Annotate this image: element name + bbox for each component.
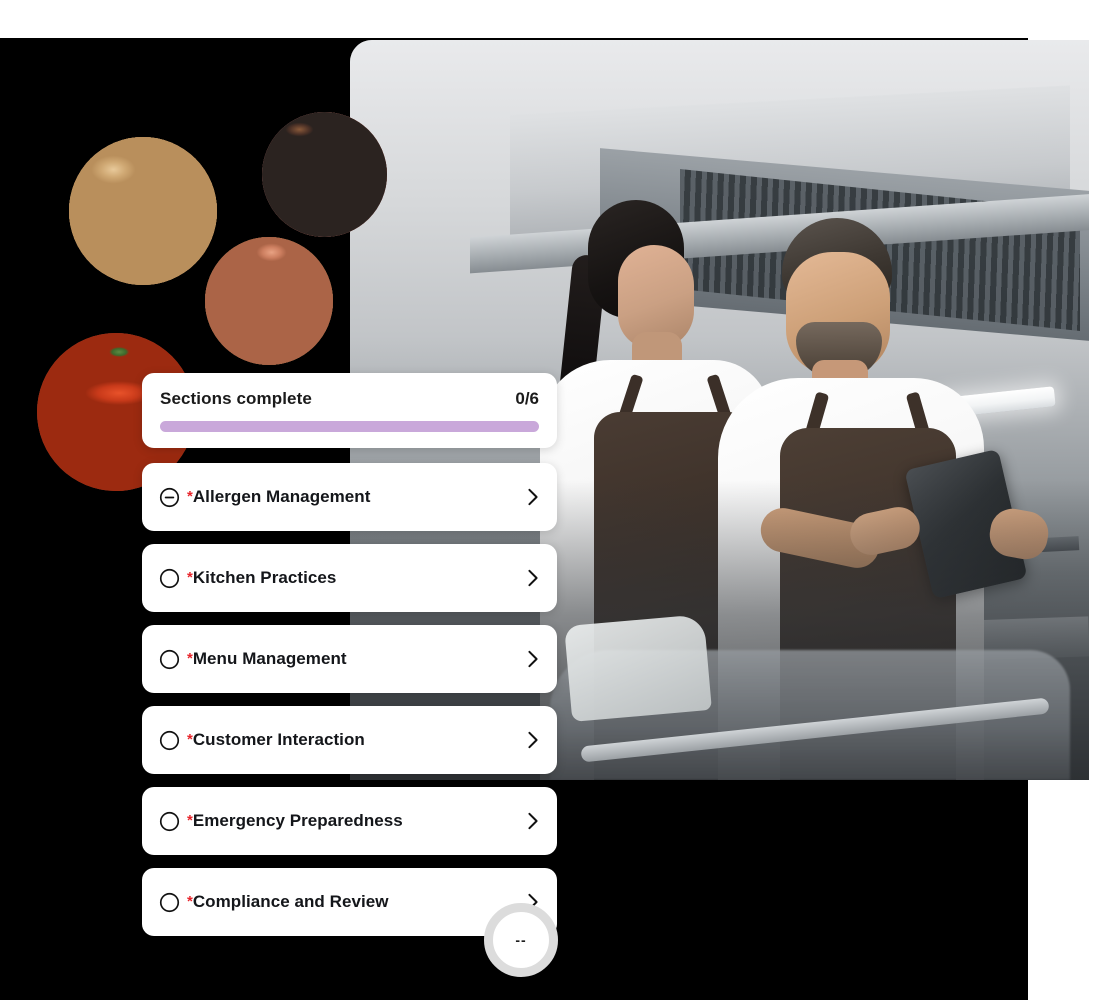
progress-bar-track	[160, 421, 539, 432]
section-title: Kitchen Practices	[192, 568, 337, 587]
food-bag	[564, 614, 712, 722]
chevron-right-icon[interactable]	[527, 812, 539, 830]
section-item-kitchen-practices[interactable]: * Kitchen Practices	[142, 544, 557, 612]
section-title: Allergen Management	[192, 487, 371, 506]
section-label-wrap: * Allergen Management	[187, 487, 517, 507]
section-item-allergen-management[interactable]: * Allergen Management	[142, 463, 557, 531]
section-title: Emergency Preparedness	[192, 811, 403, 830]
section-label-wrap: * Compliance and Review	[187, 892, 517, 912]
progress-label: Sections complete	[160, 389, 312, 408]
page-root: Sections complete 0/6 * Allergen Managem…	[0, 0, 1104, 1000]
chevron-right-icon[interactable]	[527, 650, 539, 668]
completion-ring-value: --	[515, 932, 527, 948]
peanuts-image	[69, 137, 217, 285]
chevron-right-icon[interactable]	[527, 569, 539, 587]
section-item-menu-management[interactable]: * Menu Management	[142, 625, 557, 693]
completion-ring-indicator[interactable]: --	[484, 903, 558, 977]
progress-header: Sections complete 0/6	[160, 389, 539, 409]
mixed-nuts-image	[205, 237, 333, 365]
salmon-image	[262, 112, 387, 237]
circle-empty-icon	[159, 892, 180, 912]
chevron-right-icon[interactable]	[527, 488, 539, 506]
circle-empty-icon	[159, 649, 180, 669]
circle-minus-icon	[159, 487, 180, 507]
circle-empty-icon	[159, 811, 180, 831]
circle-empty-icon	[159, 730, 180, 750]
circle-empty-icon	[159, 568, 180, 588]
section-title: Customer Interaction	[192, 730, 365, 749]
section-title: Compliance and Review	[192, 892, 389, 911]
section-list: * Allergen Management * Kitchen Practice…	[142, 463, 557, 936]
section-label-wrap: * Emergency Preparedness	[187, 811, 517, 831]
progress-count: 0/6	[515, 389, 539, 408]
section-label-wrap: * Customer Interaction	[187, 730, 517, 750]
chevron-right-icon[interactable]	[527, 731, 539, 749]
section-label-wrap: * Menu Management	[187, 649, 517, 669]
section-item-customer-interaction[interactable]: * Customer Interaction	[142, 706, 557, 774]
section-item-emergency-preparedness[interactable]: * Emergency Preparedness	[142, 787, 557, 855]
checklist-panel: Sections complete 0/6 * Allergen Managem…	[142, 373, 557, 949]
progress-card: Sections complete 0/6	[142, 373, 557, 448]
section-title: Menu Management	[192, 649, 347, 668]
section-label-wrap: * Kitchen Practices	[187, 568, 517, 588]
